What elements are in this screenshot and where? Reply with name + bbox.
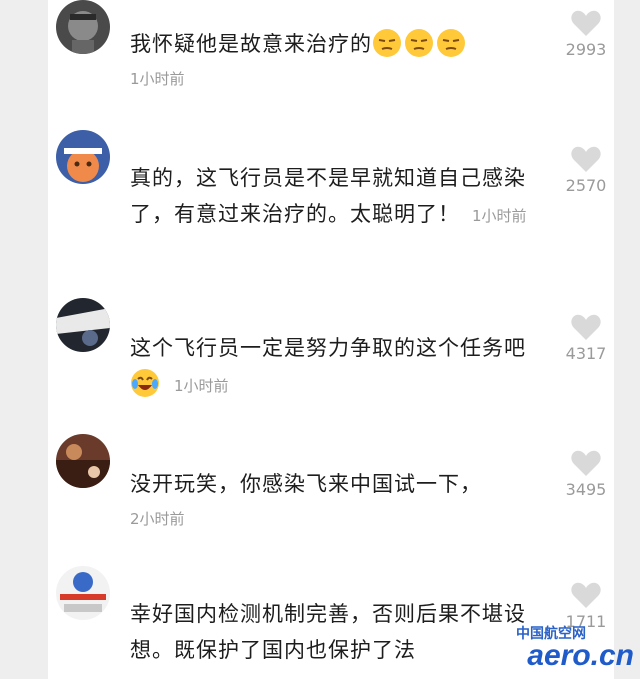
avatar[interactable] [56,298,110,352]
comment-body: 我怀疑他是故意来治疗的 1小时前 [130,26,530,92]
avatar[interactable] [56,130,110,184]
comment-text: 真的，这飞行员是不是早就知道自己感染了，有意过来治疗的。太聪明了！ 1小时前 [130,160,530,234]
smirk-face-emoji [404,28,434,58]
comment-body: 这个飞行员一定是努力争取的这个任务吧 1小时前 [130,330,530,404]
comment-time: 1小时前 [174,377,229,395]
like-button[interactable]: 2993 [556,8,616,59]
like-count: 4317 [565,344,607,363]
heart-icon [571,10,601,36]
comment-content: 真的，这飞行员是不是早就知道自己感染了，有意过来治疗的。太聪明了！ [130,166,526,226]
comment-time: 1小时前 [472,207,527,225]
heart-icon [571,450,601,476]
like-button[interactable]: 4317 [556,312,616,363]
watermark-domain: aero.cn [527,639,634,672]
heart-icon [571,314,601,340]
like-button[interactable]: 3495 [556,448,616,499]
comment-content: 这个飞行员一定是努力争取的这个任务吧 [130,336,526,360]
comment-text: 这个飞行员一定是努力争取的这个任务吧 1小时前 [130,330,530,404]
comment-time: 1小时前 [130,70,185,88]
right-margin [614,0,640,679]
laugh-cry-face-emoji [130,368,160,398]
like-count: 3495 [565,480,607,499]
avatar[interactable] [56,0,110,54]
smirk-face-emoji [436,28,466,58]
avatar[interactable] [56,434,110,488]
left-margin [0,0,48,679]
heart-icon [571,582,601,608]
comment-body: 没开玩笑，你感染飞来中国试一下， 2小时前 [130,466,530,532]
smirk-face-emoji [372,28,402,58]
heart-icon [571,146,601,172]
like-count: 2570 [565,176,607,195]
like-button[interactable]: 2570 [556,144,616,195]
comment-text: 没开玩笑，你感染飞来中国试一下， [130,472,482,496]
site-watermark: 中国航空网 aero.cn [454,623,634,673]
comment-text: 我怀疑他是故意来治疗的 [130,26,530,62]
comment-content: 我怀疑他是故意来治疗的 [130,32,372,56]
like-count: 2993 [565,40,607,59]
comment-body: 真的，这飞行员是不是早就知道自己感染了，有意过来治疗的。太聪明了！ 1小时前 [130,160,530,234]
comment-feed[interactable]: 我怀疑他是故意来治疗的 1小时前 2993 真的，这飞行员是不是早就知道自己感染… [48,0,614,679]
avatar[interactable] [56,566,110,620]
comment-time: 2小时前 [130,510,185,528]
